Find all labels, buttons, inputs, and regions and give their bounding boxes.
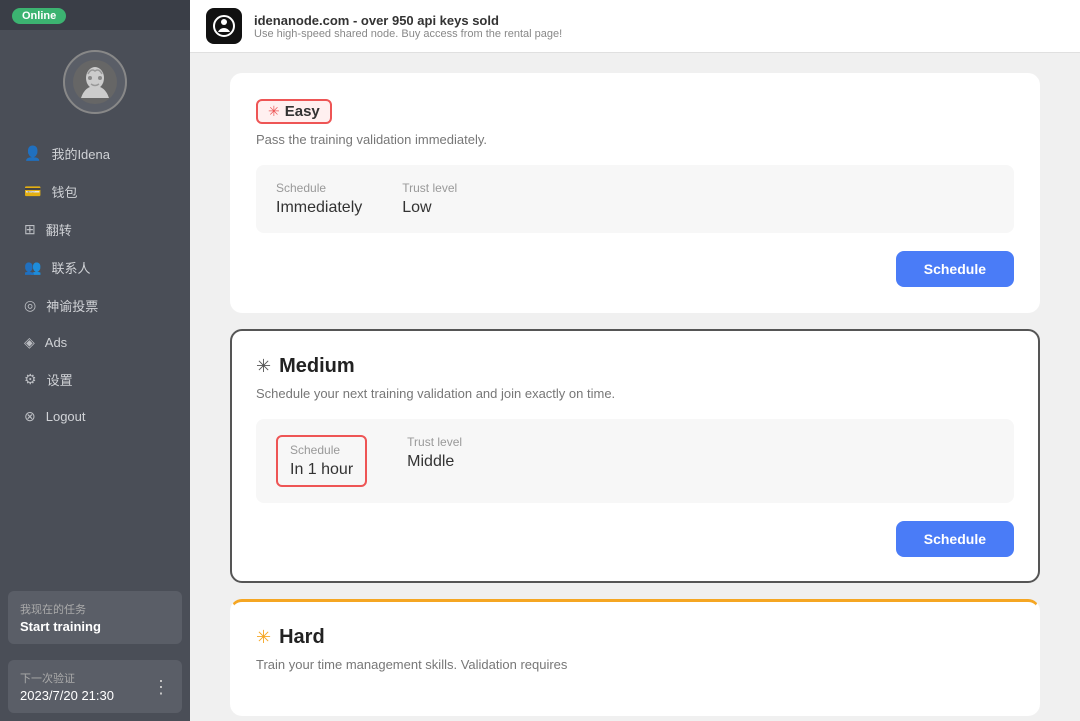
sidebar-item-flip[interactable]: ⊞ 翻转	[6, 211, 184, 248]
avatar	[63, 50, 127, 114]
easy-schedule-value: Immediately	[276, 199, 362, 217]
oracle-icon: ◎	[24, 297, 36, 314]
medium-schedule-value: In 1 hour	[290, 461, 353, 479]
easy-card-title-row: ✳ Easy	[256, 99, 1014, 124]
medium-schedule-label: Schedule	[290, 443, 353, 457]
easy-trust-value: Low	[402, 199, 457, 217]
hard-card-title: Hard	[279, 626, 325, 649]
sidebar: Online 👤 我的Idena 💳 钱包 ⊞ 翻转	[0, 0, 190, 721]
ads-icon: ◈	[24, 334, 35, 351]
online-status-badge: Online	[12, 8, 66, 24]
medium-trust-value: Middle	[407, 453, 462, 471]
easy-card: ✳ Easy Pass the training validation imme…	[230, 73, 1040, 313]
sidebar-item-ads[interactable]: ◈ Ads	[6, 325, 184, 360]
medium-star-icon: ✳	[256, 356, 271, 377]
sidebar-item-wallet[interactable]: 💳 钱包	[6, 173, 184, 210]
more-options-button[interactable]: ⋮	[152, 678, 170, 696]
medium-trust-label: Trust level	[407, 435, 462, 449]
sidebar-item-oracle[interactable]: ◎ 神谕投票	[6, 287, 184, 324]
easy-schedule-label: Schedule	[276, 181, 362, 195]
banner-text-area: idenanode.com - over 950 api keys sold U…	[254, 13, 562, 40]
content-area: ✳ Easy Pass the training validation imme…	[190, 53, 1080, 721]
medium-card: ✳ Medium Schedule your next training val…	[230, 329, 1040, 583]
main-area: idenanode.com - over 950 api keys sold U…	[190, 0, 1080, 721]
current-task-label: 我现在的任务	[20, 601, 170, 617]
medium-card-title: Medium	[279, 355, 355, 378]
sidebar-item-contacts[interactable]: 👥 联系人	[6, 249, 184, 286]
easy-badge: ✳ Easy	[256, 99, 332, 124]
logout-icon: ⊗	[24, 408, 36, 425]
idenanode-logo-icon	[212, 14, 236, 38]
my-idena-icon: 👤	[24, 145, 41, 162]
hard-card-title-row: ✳ Hard	[256, 626, 1014, 649]
sidebar-item-label-flip: 翻转	[46, 220, 72, 239]
medium-trust-cell: Trust level Middle	[407, 435, 462, 487]
next-validation-value: 2023/7/20 21:30	[20, 688, 114, 703]
hard-card-description: Train your time management skills. Valid…	[256, 657, 1014, 672]
sidebar-item-label-wallet: 钱包	[51, 182, 77, 201]
sidebar-top-bar: Online	[0, 0, 190, 30]
hard-card: ✳ Hard Train your time management skills…	[230, 599, 1040, 716]
wallet-icon: 💳	[24, 183, 41, 200]
sidebar-item-logout[interactable]: ⊗ Logout	[6, 399, 184, 434]
medium-card-description: Schedule your next training validation a…	[256, 386, 1014, 401]
sidebar-item-my-idena[interactable]: 👤 我的Idena	[6, 135, 184, 172]
navigation-menu: 👤 我的Idena 💳 钱包 ⊞ 翻转 👥 联系人 ◎ 神谕投票 ◈ Ads ⚙…	[0, 130, 190, 583]
sidebar-item-label-oracle: 神谕投票	[46, 296, 98, 315]
easy-card-footer: Schedule	[256, 251, 1014, 287]
settings-icon: ⚙	[24, 371, 37, 388]
easy-card-description: Pass the training validation immediately…	[256, 132, 1014, 147]
avatar-area	[0, 30, 190, 130]
top-banner: idenanode.com - over 950 api keys sold U…	[190, 0, 1080, 53]
banner-secondary-text: Use high-speed shared node. Buy access f…	[254, 28, 562, 40]
easy-trust-cell: Trust level Low	[402, 181, 457, 217]
sidebar-item-label-ads: Ads	[45, 335, 67, 350]
medium-schedule-cell: Schedule In 1 hour	[276, 435, 367, 487]
easy-star-icon: ✳	[268, 103, 280, 120]
current-task-value: Start training	[20, 619, 170, 634]
next-validation-section: 下一次验证 2023/7/20 21:30 ⋮	[8, 660, 182, 713]
next-validation-label: 下一次验证	[20, 670, 114, 686]
sidebar-item-settings[interactable]: ⚙ 设置	[6, 361, 184, 398]
hard-star-icon: ✳	[256, 627, 271, 648]
medium-info-grid: Schedule In 1 hour Trust level Middle	[256, 419, 1014, 503]
medium-card-title-row: ✳ Medium	[256, 355, 1014, 378]
medium-schedule-button[interactable]: Schedule	[896, 521, 1014, 557]
banner-primary-text: idenanode.com - over 950 api keys sold	[254, 13, 562, 28]
flip-icon: ⊞	[24, 221, 36, 238]
easy-schedule-cell: Schedule Immediately	[276, 181, 362, 217]
sidebar-item-label-settings: 设置	[47, 370, 73, 389]
sidebar-item-label-my-idena: 我的Idena	[51, 144, 110, 163]
current-task-section: 我现在的任务 Start training	[8, 591, 182, 644]
sidebar-item-label-contacts: 联系人	[51, 258, 90, 277]
contacts-icon: 👥	[24, 259, 41, 276]
sidebar-item-label-logout: Logout	[46, 409, 86, 424]
easy-info-grid: Schedule Immediately Trust level Low	[256, 165, 1014, 233]
medium-card-footer: Schedule	[256, 521, 1014, 557]
banner-icon	[206, 8, 242, 44]
easy-badge-label: Easy	[285, 103, 320, 120]
easy-trust-label: Trust level	[402, 181, 457, 195]
avatar-image	[71, 58, 119, 106]
easy-schedule-button[interactable]: Schedule	[896, 251, 1014, 287]
